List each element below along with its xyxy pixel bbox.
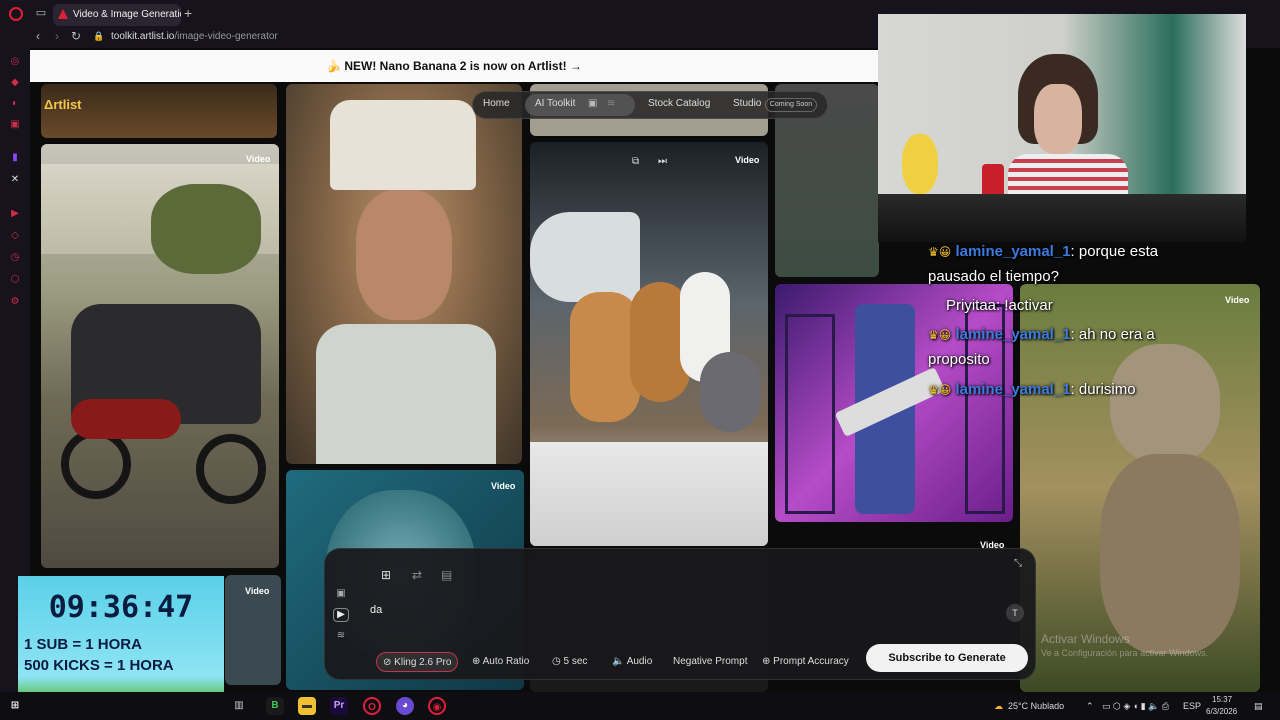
nav-ai-toolkit[interactable]: AI Toolkit [535, 98, 575, 109]
history-icon[interactable]: ◷ [9, 252, 21, 264]
activation-watermark-subtitle: Ve a Configuración para activar Windows. [1041, 648, 1209, 658]
app-icon[interactable]: B [266, 697, 284, 715]
video-badge: Video [246, 154, 271, 164]
aria-icon[interactable]: ◎ [9, 56, 21, 68]
chevron-up-icon[interactable]: ⌃ [1086, 701, 1094, 712]
lock-icon: 🔒 [93, 31, 105, 41]
webcam-overlay [878, 14, 1246, 242]
chat-message: ♛😀 lamine_yamal_1: porque esta [928, 243, 1159, 260]
weather-text[interactable]: 25°C Nublado [1008, 701, 1064, 711]
timer-rule: 500 KICKS = 1 HORA [24, 657, 174, 674]
windows-start-icon[interactable]: ⊞ [6, 697, 24, 715]
coming-soon-badge: Coming Soon [765, 98, 817, 112]
chat-message: Priyitaa: !activar [946, 297, 1053, 314]
audio-mode-icon[interactable]: ≋ [333, 630, 349, 644]
file-explorer-icon[interactable]: ▬ [298, 697, 316, 715]
crown-icon: ♛😀 [928, 383, 952, 397]
chat-message: ♛😀 lamine_yamal_1: durisimo [928, 381, 1136, 398]
reload-icon[interactable]: ↻ [71, 29, 81, 43]
opera-logo-icon[interactable] [9, 7, 23, 21]
timer-value: 09:36:47 [48, 590, 194, 625]
prompt-input[interactable]: da [370, 604, 382, 616]
nav-studio[interactable]: Studio [733, 98, 761, 109]
gallery-tile[interactable]: Video [225, 575, 281, 685]
gallery-tile-portrait[interactable] [286, 84, 522, 464]
bag-icon[interactable]: ◆ [9, 77, 21, 89]
tab-active[interactable]: Video & Image Generation [53, 4, 181, 26]
image-mode-icon[interactable]: ▣ [333, 588, 349, 602]
gallery-tile-motorcycle[interactable]: Video [41, 144, 279, 568]
image-icon[interactable]: ▣ [588, 98, 597, 109]
twitch-icon[interactable]: ▮ [9, 152, 21, 164]
audio-wave-icon[interactable]: ≋ [607, 98, 615, 109]
video-badge: Video [491, 481, 516, 491]
end-frame-icon[interactable]: ▤ [441, 568, 452, 582]
chat-message: pausado el tiempo? [928, 268, 1059, 285]
timer-rule: 1 SUB = 1 HORA [24, 636, 142, 653]
discord-icon[interactable]: ◕ [396, 697, 414, 715]
tab-switcher-icon[interactable]: ▭ [34, 6, 48, 20]
notification-icon[interactable]: ▤ [1254, 701, 1263, 712]
duration-selector[interactable]: ◷ 5 sec [546, 652, 593, 672]
clock-date[interactable]: 6/3/2026 [1206, 707, 1237, 716]
task-view-icon[interactable]: ▥ [230, 697, 248, 715]
nav-home[interactable]: Home [483, 98, 510, 109]
gallery-tile-monkey[interactable]: Video [1020, 284, 1260, 692]
video-mode-icon[interactable]: ▶ [333, 608, 349, 622]
extensions-icon[interactable]: ⬡ [9, 274, 21, 286]
open-external-icon[interactable]: ⧉ [632, 156, 639, 167]
chat-message: proposito [928, 351, 990, 368]
pin-icon[interactable]: ◇ [9, 230, 21, 242]
ratio-selector[interactable]: ⊕ Auto Ratio [466, 652, 535, 672]
prompt-accuracy-button[interactable]: ⊕ Prompt Accuracy [756, 652, 855, 672]
premiere-icon[interactable]: Pr [330, 697, 348, 715]
subscribe-button[interactable]: Subscribe to Generate [866, 644, 1028, 672]
swap-icon[interactable]: ⇄ [412, 568, 422, 582]
gallery-tile-animals-car[interactable]: ⧉ ⏭ Video [530, 142, 768, 546]
announcement-banner[interactable]: 🍌 NEW! Nano Banana 2 is now on Artlist! … [30, 50, 878, 82]
forward-icon[interactable]: › [55, 29, 59, 43]
obs-icon[interactable]: ◉ [428, 697, 446, 715]
clock-time[interactable]: 15:37 [1212, 695, 1232, 704]
new-tab-button[interactable]: + [184, 5, 192, 21]
video-badge: Video [735, 155, 760, 165]
model-selector[interactable]: ⊘ Kling 2.6 Pro [376, 652, 459, 672]
url-field[interactable]: toolkit.artlist.io/image-video-generator [111, 31, 278, 42]
settings-icon[interactable]: ⚙ [9, 296, 21, 308]
player-icon[interactable]: ▶ [9, 208, 21, 220]
weather-icon[interactable]: ☁ [994, 701, 1003, 712]
negative-prompt-button[interactable]: Negative Prompt [667, 652, 753, 672]
crown-icon: ♛😀 [928, 245, 952, 259]
nav-stock-catalog[interactable]: Stock Catalog [648, 98, 710, 109]
expand-icon[interactable]: ⤡ [1014, 558, 1022, 569]
tray-icons[interactable]: ▭ ⬡ ◈ ◖ ▮ 🔈 ⎙ [1102, 701, 1169, 712]
audio-toggle[interactable]: 🔈 Audio [606, 652, 658, 672]
messenger-icon[interactable]: ◐ [9, 98, 21, 110]
video-badge: Video [1225, 295, 1250, 305]
x-icon[interactable]: ✕ [9, 174, 21, 186]
opera-taskbar-icon[interactable]: O [363, 697, 381, 715]
video-badge: Video [245, 586, 270, 596]
back-icon[interactable]: ‹ [36, 29, 40, 43]
artlist-logo[interactable]: Δrtlist [44, 97, 82, 112]
language-indicator[interactable]: ESP [1183, 701, 1201, 711]
instagram-icon[interactable]: ▣ [9, 119, 21, 131]
play-next-icon[interactable]: ⏭ [658, 156, 667, 167]
chat-message: ♛😀 lamine_yamal_1: ah no era a [928, 326, 1155, 343]
activation-watermark-title: Activar Windows [1041, 632, 1130, 646]
gallery-tile-robot-keyboard[interactable] [775, 284, 1013, 522]
enhance-prompt-icon[interactable]: T [1006, 604, 1024, 622]
add-image-icon[interactable]: ⊞ [381, 568, 391, 582]
crown-icon: ♛😀 [928, 328, 952, 342]
